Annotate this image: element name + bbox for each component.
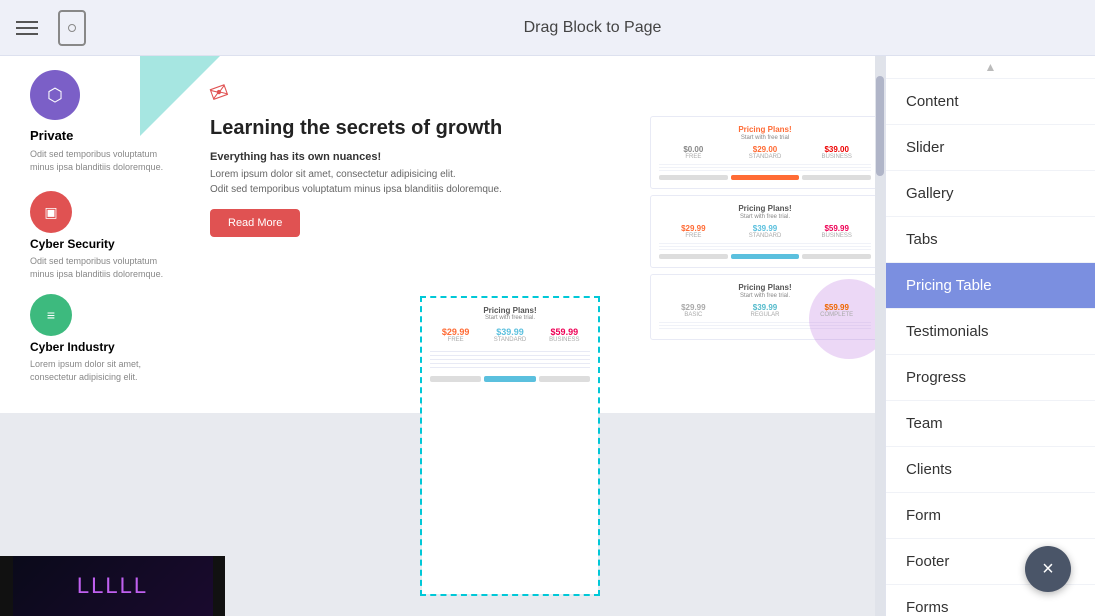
cp3-label2: REGULAR bbox=[731, 312, 800, 318]
canvas-scrollbar[interactable] bbox=[875, 56, 885, 616]
dot-navigation bbox=[0, 394, 885, 413]
cp1-col1: $0.00 FREE bbox=[659, 145, 728, 160]
cp3-cols: $29.99 BASIC $39.99 REGULAR $59.99 COMPL… bbox=[659, 303, 871, 318]
cyber-industry-icon: ≡ bbox=[30, 294, 72, 336]
canvas-pricing-2: Pricing Plans! Start with free trial. $2… bbox=[650, 195, 880, 268]
cp1-sub: Start with free trial bbox=[659, 135, 871, 141]
read-more-button[interactable]: Read More bbox=[210, 209, 300, 237]
canvas-scrollbar-thumb[interactable] bbox=[876, 76, 884, 176]
footer-image: LLLLL bbox=[13, 556, 213, 616]
cp3-label3: COMPLETE bbox=[802, 312, 871, 318]
sidebar-item-tabs[interactable]: Tabs bbox=[886, 217, 1095, 263]
cyber-security-title: Cyber Security bbox=[30, 237, 180, 251]
cp1-divider3 bbox=[659, 170, 871, 171]
cyber-industry-title: Cyber Industry bbox=[30, 340, 180, 354]
cyber-security-desc: Odit sed temporibus voluptatum minus ips… bbox=[30, 255, 180, 280]
cp2-title: Pricing Plans! bbox=[659, 204, 871, 213]
cp1-btn3 bbox=[802, 175, 871, 180]
canvas-pricing-3: Pricing Plans! Start with free trial. $2… bbox=[650, 274, 880, 340]
dot-1[interactable] bbox=[421, 400, 428, 407]
sidebar-item-form[interactable]: Form bbox=[886, 493, 1095, 539]
cp1-divider bbox=[659, 164, 871, 165]
cyber-security-card: ▣ Cyber Security Odit sed temporibus vol… bbox=[30, 191, 180, 280]
cp1-col3: $39.00 BUSINESS bbox=[802, 145, 871, 160]
scroll-up-area: ▲ bbox=[886, 56, 1095, 79]
cp3-price3: $59.99 bbox=[802, 303, 871, 312]
cyber-security-icon: ▣ bbox=[30, 191, 72, 233]
scroll-up-arrow[interactable]: ▲ bbox=[985, 60, 997, 74]
cp2-label1: FREE bbox=[659, 233, 728, 239]
sidebar-item-progress[interactable]: Progress bbox=[886, 355, 1095, 401]
cp3-label1: BASIC bbox=[659, 312, 728, 318]
topbar-title: Drag Block to Page bbox=[106, 19, 1079, 37]
sidebar-item-gallery[interactable]: Gallery bbox=[886, 171, 1095, 217]
dot-4[interactable] bbox=[457, 400, 464, 407]
cp3-sub: Start with free trial. bbox=[659, 293, 871, 299]
cp2-sub: Start with free trial. bbox=[659, 214, 871, 220]
cp2-price3: $59.99 bbox=[802, 224, 871, 233]
cp2-label3: BUSINESS bbox=[802, 233, 871, 239]
sidebar-item-slider[interactable]: Slider bbox=[886, 125, 1095, 171]
cp3-title: Pricing Plans! bbox=[659, 283, 871, 292]
canvas-pricing-1: Pricing Plans! Start with free trial $0.… bbox=[650, 116, 880, 189]
block-picker-panel: ▲ ContentSliderGalleryTabsPricing TableT… bbox=[885, 56, 1095, 616]
cp1-price2: $29.00 bbox=[731, 145, 800, 154]
cp2-label2: STANDARD bbox=[731, 233, 800, 239]
cp1-btn2 bbox=[731, 175, 800, 180]
dot-3[interactable] bbox=[445, 400, 452, 407]
cp3-col2: $39.99 REGULAR bbox=[731, 303, 800, 318]
sidebar-item-testimonials[interactable]: Testimonials bbox=[886, 309, 1095, 355]
footer-text-deco: LLLLL bbox=[77, 573, 148, 599]
footer-strip: LLLLL bbox=[0, 556, 225, 616]
cp2-col2: $39.99 STANDARD bbox=[731, 224, 800, 239]
cp1-title: Pricing Plans! bbox=[659, 125, 871, 134]
sidebar-item-clients[interactable]: Clients bbox=[886, 447, 1095, 493]
cp1-label2: STANDARD bbox=[731, 154, 800, 160]
cp2-col3: $59.99 BUSINESS bbox=[802, 224, 871, 239]
sidebar-item-content[interactable]: Content bbox=[886, 79, 1095, 125]
panel-items: ContentSliderGalleryTabsPricing TableTes… bbox=[886, 79, 1095, 616]
private-icon: ⬡ bbox=[30, 70, 80, 120]
cp1-btns bbox=[659, 175, 871, 180]
cp2-cols: $29.99 FREE $39.99 STANDARD $59.99 BUSIN… bbox=[659, 224, 871, 239]
cp1-price1: $0.00 bbox=[659, 145, 728, 154]
device-preview-icon[interactable] bbox=[58, 10, 86, 46]
cp1-price3: $39.00 bbox=[802, 145, 871, 154]
menu-button[interactable] bbox=[16, 21, 38, 35]
cp1-label1: FREE bbox=[659, 154, 728, 160]
cyber-industry-card: ≡ Cyber Industry Lorem ipsum dolor sit a… bbox=[30, 294, 180, 383]
cp1-cols: $0.00 FREE $29.00 STANDARD $39.00 BUSINE… bbox=[659, 145, 871, 160]
dot-2[interactable] bbox=[433, 400, 440, 407]
teal-decoration bbox=[140, 56, 220, 136]
cp2-price2: $39.99 bbox=[731, 224, 800, 233]
cp3-col3: $59.99 COMPLETE bbox=[802, 303, 871, 318]
private-desc: Odit sed temporibus voluptatum minus ips… bbox=[30, 148, 180, 173]
cp1-btn1 bbox=[659, 175, 728, 180]
cp1-col2: $29.00 STANDARD bbox=[731, 145, 800, 160]
cp2-btns bbox=[659, 254, 871, 259]
sidebar-item-forms[interactable]: Forms bbox=[886, 585, 1095, 616]
sidebar-item-pricing-table[interactable]: Pricing Table bbox=[886, 263, 1095, 309]
sidebar-item-team[interactable]: Team bbox=[886, 401, 1095, 447]
close-button[interactable]: × bbox=[1025, 546, 1071, 592]
cp2-col1: $29.99 FREE bbox=[659, 224, 728, 239]
canvas-pricing-previews: Pricing Plans! Start with free trial $0.… bbox=[650, 116, 880, 340]
canvas-area: ⬡ Private Odit sed temporibus voluptatum… bbox=[0, 56, 885, 616]
topbar: Drag Block to Page bbox=[0, 0, 1095, 56]
cp3-price1: $29.99 bbox=[659, 303, 728, 312]
cp3-col1: $29.99 BASIC bbox=[659, 303, 728, 318]
main-area: ⬡ Private Odit sed temporibus voluptatum… bbox=[0, 56, 1095, 616]
cp1-label3: BUSINESS bbox=[802, 154, 871, 160]
cp2-price1: $29.99 bbox=[659, 224, 728, 233]
cyber-industry-desc: Lorem ipsum dolor sit amet, consectetur … bbox=[30, 358, 180, 383]
cp1-divider2 bbox=[659, 167, 871, 168]
cp3-price2: $39.99 bbox=[731, 303, 800, 312]
